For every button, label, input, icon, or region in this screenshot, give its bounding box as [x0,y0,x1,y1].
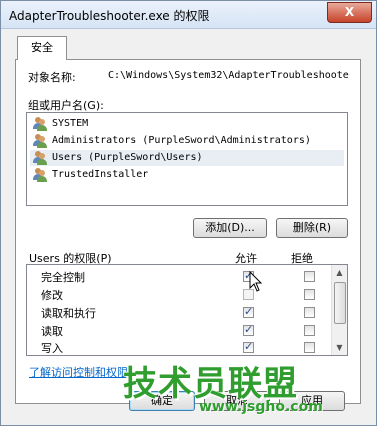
ok-button[interactable]: 确定 [129,391,195,411]
allow-checkbox[interactable] [243,340,254,353]
user-group-icon [33,151,47,165]
permission-name: 完全控制 [41,271,85,284]
groups-list[interactable]: SYSTEM Administrators (PurpleSword\Admin… [26,112,348,206]
deny-checkbox[interactable] [304,325,315,336]
list-item-label: SYSTEM [52,118,89,129]
object-name-value: C:\Windows\System32\AdapterTroubleshoote [108,70,349,81]
user-group-icon [33,168,47,182]
permission-name: 写入 [41,342,63,355]
list-item-label: Users (PurpleSword\Users) [52,152,203,163]
add-button[interactable]: 添加(D)... [193,218,267,238]
deny-checkbox[interactable] [304,289,315,300]
list-item-label: TrustedInstaller [52,169,149,180]
permission-name: 读取 [41,325,63,338]
scroll-up-icon[interactable]: ▲ [332,265,347,280]
user-group-icon [33,134,47,148]
scroll-thumb[interactable] [334,282,346,324]
groups-label: 组或用户名(G): [28,99,104,112]
remove-button[interactable]: 删除(R) [276,218,348,238]
close-button[interactable]: X [327,2,372,23]
list-item-label: Administrators (PurpleSword\Administrato… [52,135,311,146]
list-item-selected[interactable]: Users (PurpleSword\Users) [30,150,344,166]
permissions-scrollbar[interactable]: ▲ ▼ [331,265,347,355]
apply-button[interactable]: 应用 [279,391,345,411]
permissions-dialog: AdapterTroubleshooter.exe 的权限 X 安全 对象名称:… [0,0,377,426]
deny-checkbox[interactable] [304,271,315,282]
table-row: 修改 [27,286,333,303]
table-row: 完全控制 [27,268,333,285]
title-bar[interactable]: AdapterTroubleshooter.exe 的权限 X [1,1,376,29]
list-item[interactable]: SYSTEM [30,116,344,132]
permission-name: 读取和执行 [41,307,96,320]
scroll-down-icon[interactable]: ▼ [332,340,347,355]
deny-checkbox[interactable] [304,342,315,353]
user-group-icon [33,117,47,131]
list-item[interactable]: TrustedInstaller [30,167,344,183]
mouse-cursor-icon [249,271,263,292]
window-title: AdapterTroubleshooter.exe 的权限 [9,9,210,23]
close-icon: X [344,5,355,19]
permission-name: 修改 [41,289,63,302]
deny-checkbox[interactable] [304,307,315,318]
permissions-list[interactable]: 完全控制 修改 读取和执行 读取 写入 ▲ ▼ [26,264,348,356]
object-name-label: 对象名称: [28,71,76,84]
allow-checkbox[interactable] [243,305,254,318]
list-item[interactable]: Administrators (PurpleSword\Administrato… [30,133,344,149]
table-row: 读取 [27,322,333,339]
cancel-button[interactable]: 取消 [204,391,270,411]
table-row: 读取和执行 [27,304,333,321]
help-link[interactable]: 了解访问控制和权限 [29,364,128,380]
tab-security[interactable]: 安全 [17,36,67,60]
table-row: 写入 [27,339,333,355]
tab-security-label: 安全 [31,41,53,54]
allow-checkbox[interactable] [243,323,254,336]
